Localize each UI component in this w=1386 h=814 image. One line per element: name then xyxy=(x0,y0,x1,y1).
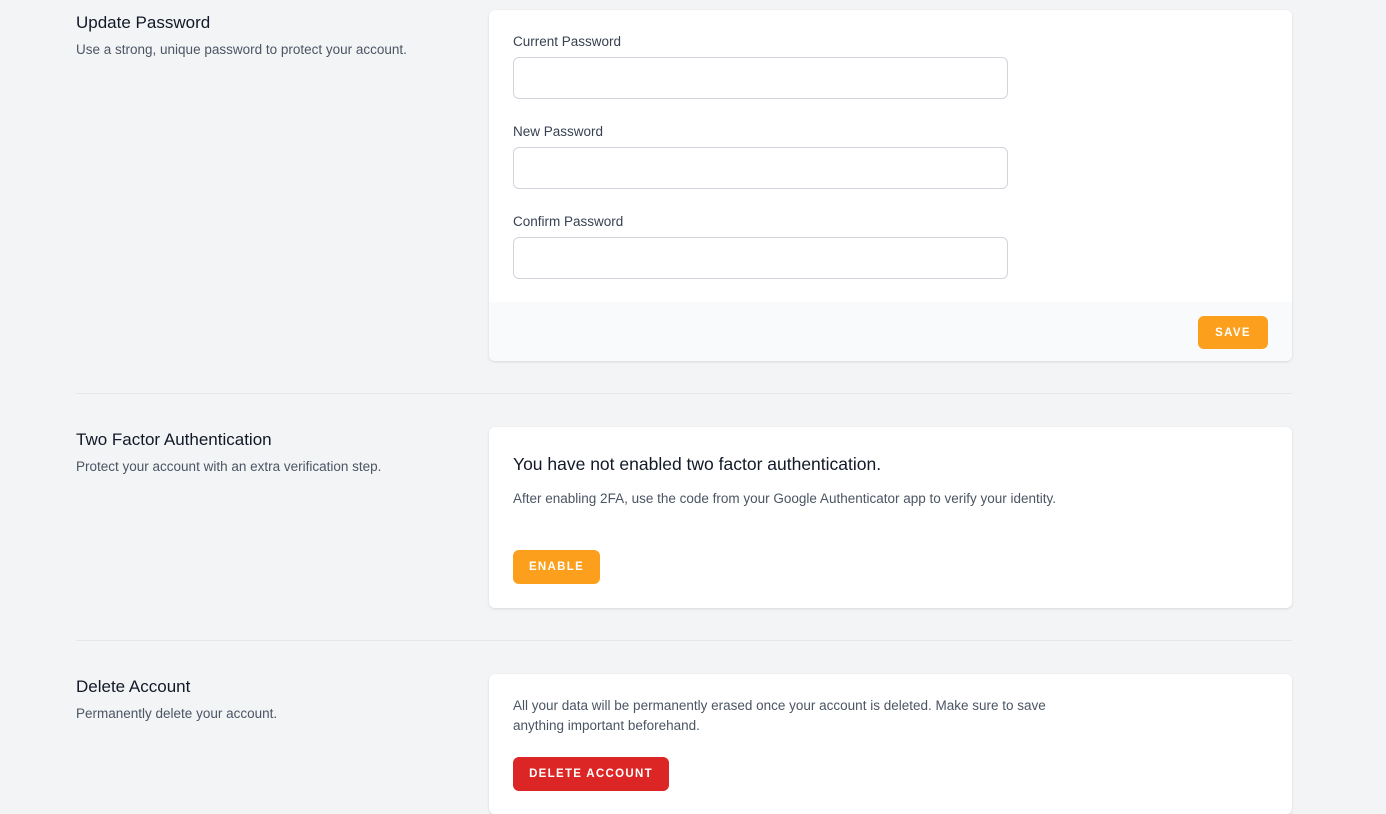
confirm-password-input[interactable] xyxy=(513,237,1008,279)
delete-account-warning: All your data will be permanently erased… xyxy=(513,698,1046,733)
delete-account-card: All your data will be permanently erased… xyxy=(489,674,1292,814)
current-password-input[interactable] xyxy=(513,57,1008,99)
new-password-input[interactable] xyxy=(513,147,1008,189)
two-factor-title: Two Factor Authentication xyxy=(76,430,272,449)
delete-account-title: Delete Account xyxy=(76,677,191,696)
enable-2fa-button[interactable]: ENABLE xyxy=(513,550,600,584)
update-password-card: Current Password New Password Confirm Pa… xyxy=(489,10,1292,361)
delete-account-description: Permanently delete your account. xyxy=(76,706,278,721)
section-divider xyxy=(76,640,1292,641)
new-password-label: New Password xyxy=(513,124,604,139)
confirm-password-label: Confirm Password xyxy=(513,214,624,229)
update-password-title: Update Password xyxy=(76,13,211,32)
save-button[interactable]: SAVE xyxy=(1198,316,1268,349)
update-password-footer: SAVE xyxy=(489,302,1292,361)
two-factor-status-heading: You have not enabled two factor authenti… xyxy=(513,454,882,474)
two-factor-description: Protect your account with an extra verif… xyxy=(76,459,382,474)
delete-account-button[interactable]: DELETE ACCOUNT xyxy=(513,757,669,791)
section-divider xyxy=(76,393,1292,394)
current-password-label: Current Password xyxy=(513,34,622,49)
two-factor-card: You have not enabled two factor authenti… xyxy=(489,427,1292,608)
update-password-description: Use a strong, unique password to protect… xyxy=(76,42,407,57)
two-factor-info-text: After enabling 2FA, use the code from yo… xyxy=(513,491,1057,506)
